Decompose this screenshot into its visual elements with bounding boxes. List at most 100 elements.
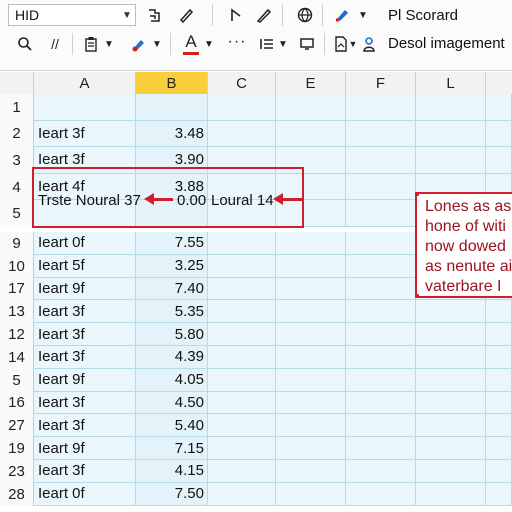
rectangle-icon[interactable] (296, 33, 318, 55)
globe-icon[interactable] (294, 4, 316, 26)
cell-a[interactable]: Ieart 9f (34, 368, 136, 392)
cell[interactable] (486, 437, 512, 460)
cell[interactable] (486, 368, 512, 392)
cell[interactable] (276, 277, 346, 301)
row-number[interactable]: 2 (0, 120, 34, 148)
cell[interactable] (276, 346, 346, 369)
row-number[interactable]: 28 (0, 482, 34, 506)
cell[interactable] (276, 391, 346, 415)
cell[interactable] (208, 94, 276, 121)
row-number[interactable]: 27 (0, 414, 34, 438)
cell[interactable] (346, 147, 416, 174)
cell[interactable] (276, 300, 346, 324)
cell[interactable] (208, 323, 276, 346)
cell-b[interactable]: 7.55 (136, 232, 208, 255)
cell-b[interactable] (136, 94, 208, 121)
cell[interactable] (486, 414, 512, 438)
cell-a[interactable]: Ieart 9f (34, 277, 136, 301)
column-header-next[interactable] (486, 72, 512, 94)
cell[interactable] (208, 120, 276, 148)
cell-a[interactable]: Ieart 3f (34, 414, 136, 438)
column-header-b[interactable]: B (136, 72, 208, 94)
cell[interactable] (346, 414, 416, 438)
cursor-icon[interactable] (226, 4, 246, 26)
cell[interactable] (416, 437, 486, 460)
cell-b[interactable]: 5.80 (136, 323, 208, 346)
cell[interactable] (486, 391, 512, 415)
chevron-down-icon[interactable]: ▼ (150, 33, 164, 55)
row-number[interactable]: 14 (0, 346, 34, 369)
cell[interactable] (346, 300, 416, 324)
row-number[interactable]: 13 (0, 300, 34, 324)
row-number[interactable]: 23 (0, 460, 34, 483)
cell[interactable] (276, 94, 346, 121)
cell[interactable] (416, 120, 486, 148)
highlighter-icon[interactable] (332, 4, 354, 26)
cell[interactable] (208, 414, 276, 438)
cell[interactable] (416, 300, 486, 324)
search-icon[interactable] (14, 33, 36, 55)
chevron-down-icon[interactable]: ▼ (202, 33, 216, 55)
cell[interactable] (208, 460, 276, 483)
cell[interactable] (208, 391, 276, 415)
cell[interactable] (276, 232, 346, 255)
cell[interactable] (486, 323, 512, 346)
cell[interactable] (416, 460, 486, 483)
chevron-down-icon[interactable]: ▼ (356, 4, 370, 26)
comment-note[interactable]: Lones as as hone of witi now dowed as ne… (415, 192, 512, 298)
cell-a[interactable]: Ieart 3f (34, 391, 136, 415)
cell[interactable] (486, 94, 512, 121)
select-all-corner[interactable] (0, 72, 34, 94)
cell-a[interactable]: Ieart 3f (34, 120, 136, 148)
cell[interactable] (346, 94, 416, 121)
manage-label[interactable]: Desol imagement (388, 35, 505, 52)
font-color-icon[interactable]: A (180, 31, 202, 53)
cell[interactable] (208, 437, 276, 460)
row-number[interactable]: 1 (0, 94, 34, 121)
cell[interactable] (346, 323, 416, 346)
cell[interactable] (416, 147, 486, 174)
cell[interactable] (486, 482, 512, 506)
cell-a[interactable]: Ieart 9f (34, 437, 136, 460)
clipboard-icon[interactable] (80, 33, 102, 55)
column-header-a[interactable]: A (34, 72, 136, 94)
cell[interactable] (208, 254, 276, 278)
row-number[interactable]: 19 (0, 437, 34, 460)
cell-b[interactable]: 4.05 (136, 368, 208, 392)
chevron-down-icon[interactable]: ▼ (119, 10, 135, 21)
cell[interactable] (346, 346, 416, 369)
cell-b[interactable]: 5.40 (136, 414, 208, 438)
column-header-c[interactable]: C (208, 72, 276, 94)
cell[interactable] (486, 147, 512, 174)
cell[interactable] (416, 346, 486, 369)
style-label[interactable]: Pl Scorard (388, 7, 458, 24)
row-number[interactable]: 9 (0, 232, 34, 255)
cell[interactable] (346, 173, 416, 201)
format-painter-icon[interactable] (176, 4, 196, 26)
cell[interactable] (416, 323, 486, 346)
cell-b[interactable]: 5.35 (136, 300, 208, 324)
font-name-dropdown[interactable]: HID ▼ (8, 4, 136, 26)
cell[interactable] (208, 482, 276, 506)
cell-b[interactable]: 7.15 (136, 437, 208, 460)
cell[interactable] (486, 120, 512, 148)
cell[interactable] (346, 482, 416, 506)
cell[interactable] (208, 368, 276, 392)
cell-a[interactable]: Ieart 0f (34, 482, 136, 506)
chevron-down-icon[interactable]: ▼ (102, 33, 116, 55)
list-icon[interactable] (256, 33, 278, 55)
cell-a[interactable]: Ieart 5f (34, 254, 136, 278)
pen-icon[interactable] (254, 4, 274, 26)
row-number[interactable]: 5 (0, 368, 34, 392)
cell-a[interactable]: Ieart 3f (34, 300, 136, 324)
cell[interactable] (276, 437, 346, 460)
cell[interactable] (346, 391, 416, 415)
cell[interactable] (346, 437, 416, 460)
cell[interactable] (486, 300, 512, 324)
cell-b[interactable]: 4.15 (136, 460, 208, 483)
cell-a[interactable]: Ieart 3f (34, 323, 136, 346)
fill-color-icon[interactable] (128, 33, 150, 55)
cell[interactable] (276, 414, 346, 438)
row-number[interactable]: 4 (0, 173, 34, 201)
cell[interactable] (276, 368, 346, 392)
